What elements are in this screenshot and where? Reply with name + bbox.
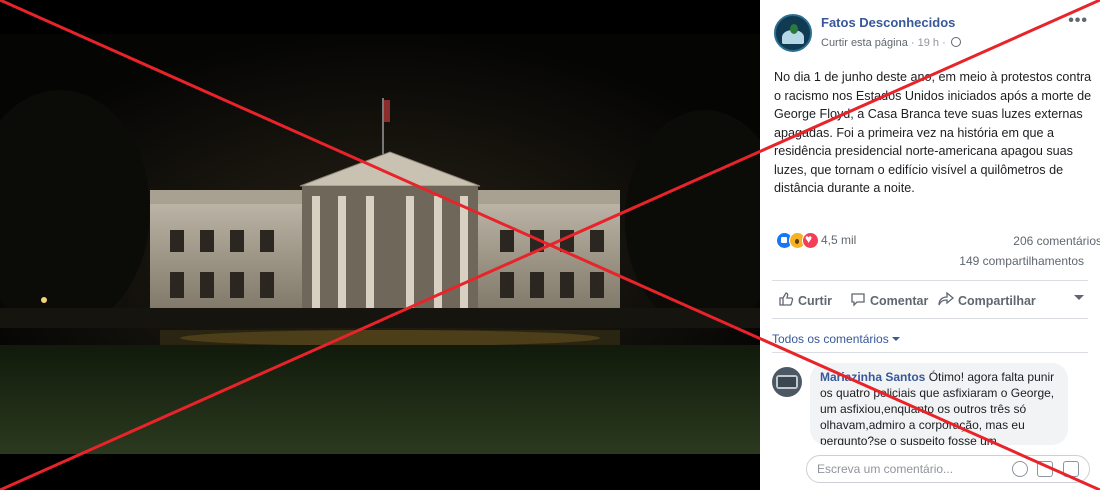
- comment-icon: [851, 293, 865, 307]
- audience-dropdown-icon[interactable]: [1074, 295, 1084, 300]
- meta-separator-2: ·: [942, 37, 946, 49]
- comment-item: Mariazinha Santos Ótimo! agora falta pun…: [772, 363, 1090, 445]
- page-name-link[interactable]: Fatos Desconhecidos: [821, 15, 955, 30]
- comments-count[interactable]: 206 comentários: [1013, 234, 1100, 248]
- share-button[interactable]: Compartilhar: [938, 291, 1036, 308]
- more-options-icon[interactable]: •••: [1068, 12, 1088, 30]
- comment-button[interactable]: Comentar: [850, 291, 928, 308]
- comments-filter-label: Todos os comentários: [772, 332, 889, 346]
- reaction-count[interactable]: 4,5 mil: [821, 233, 856, 247]
- divider: [772, 318, 1088, 319]
- share-icon: [938, 291, 954, 306]
- emoji-icon[interactable]: [1012, 461, 1028, 477]
- post-header: Fatos Desconhecidos Curtir esta página ·…: [774, 12, 1094, 56]
- meta-separator: ·: [910, 37, 915, 49]
- love-icon: [802, 232, 819, 249]
- camera-icon[interactable]: [1037, 461, 1053, 477]
- comment-bubble: Mariazinha Santos Ótimo! agora falta pun…: [810, 363, 1068, 445]
- globe-icon: [950, 37, 961, 47]
- page-avatar[interactable]: [774, 14, 812, 52]
- thumbs-up-icon: [779, 292, 794, 306]
- like-page-link[interactable]: Curtir esta página: [821, 37, 908, 49]
- like-button[interactable]: Curtir: [778, 291, 832, 308]
- divider: [772, 280, 1088, 281]
- post-meta: Curtir esta página · 19 h ·: [821, 37, 961, 49]
- comments-filter[interactable]: Todos os comentários: [772, 332, 900, 346]
- post-text: No dia 1 de junho deste ano, em meio à p…: [774, 70, 1092, 195]
- like-button-label: Curtir: [798, 294, 833, 308]
- comment-composer[interactable]: [806, 455, 1090, 483]
- comment-input[interactable]: [817, 460, 987, 478]
- post-photo[interactable]: [0, 0, 760, 490]
- divider: [772, 352, 1088, 353]
- sticker-icon[interactable]: [1063, 461, 1079, 477]
- commenter-avatar[interactable]: [772, 367, 802, 397]
- post-time[interactable]: 19 h: [918, 37, 939, 49]
- shares-count[interactable]: 149 compartilhamentos: [760, 254, 1084, 268]
- post-panel: Fatos Desconhecidos Curtir esta página ·…: [760, 0, 1100, 490]
- comment-button-label: Comentar: [870, 294, 929, 308]
- white-house-night-photo: [0, 0, 760, 490]
- share-button-label: Compartilhar: [958, 294, 1036, 308]
- post-actions: Curtir Comentar Compartilhar: [774, 285, 1092, 315]
- comment-author[interactable]: Mariazinha Santos: [820, 370, 925, 384]
- reactions-bar[interactable]: 4,5 mil 206 comentários: [776, 232, 1100, 250]
- caret-down-icon: [891, 337, 900, 341]
